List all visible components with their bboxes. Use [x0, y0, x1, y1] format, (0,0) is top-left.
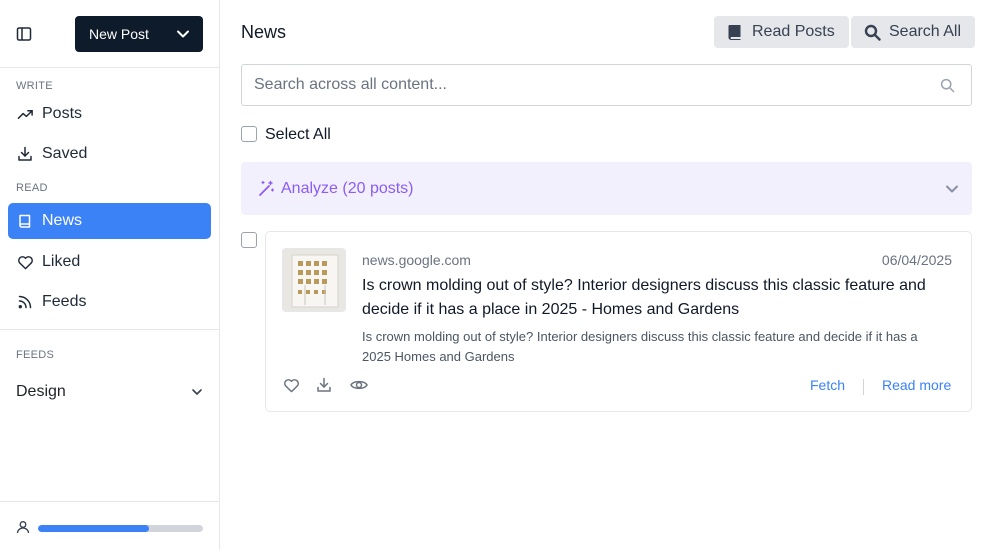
chevron-down-icon[interactable]	[944, 181, 960, 197]
download-icon[interactable]	[315, 376, 333, 394]
sidebar-item-news[interactable]: News	[8, 203, 211, 239]
search-input[interactable]	[242, 65, 922, 105]
post-card: news.google.com 06/04/2025 Is crown mold…	[265, 231, 972, 412]
post-thumbnail[interactable]	[282, 248, 346, 312]
sidebar-item-feeds[interactable]: Feeds	[8, 284, 211, 320]
sidebar-toggle-icon[interactable]	[14, 24, 34, 44]
new-post-button[interactable]: New Post	[75, 16, 203, 52]
read-more-link[interactable]: Read more	[882, 377, 951, 393]
sidebar-item-label: Liked	[42, 253, 81, 270]
section-label-read: READ	[16, 182, 48, 194]
select-all-checkbox[interactable]	[241, 126, 257, 142]
heart-icon	[16, 253, 34, 271]
read-posts-button[interactable]: Read Posts	[714, 16, 849, 48]
post-source: news.google.com	[362, 252, 471, 268]
page-title: News	[241, 22, 287, 42]
analyze-label: Analyze (20 posts)	[281, 179, 414, 197]
sidebar: New Post WRITE Posts Saved READ News Lik…	[0, 0, 220, 550]
new-post-label: New Post	[89, 26, 149, 42]
fetch-link[interactable]: Fetch	[810, 377, 845, 393]
book-icon	[16, 212, 34, 230]
section-label-write: WRITE	[16, 80, 53, 92]
post-date: 06/04/2025	[881, 252, 952, 268]
post-summary: Is crown molding out of style? Interior …	[362, 329, 918, 364]
section-label-feeds: FEEDS	[16, 349, 55, 361]
trending-up-icon	[16, 105, 34, 123]
usage-progress-bar	[38, 525, 203, 532]
search-icon	[863, 23, 881, 41]
sidebar-item-label: News	[42, 212, 83, 229]
chevron-down-icon[interactable]	[190, 385, 204, 399]
sidebar-item-saved[interactable]: Saved	[8, 136, 211, 172]
sidebar-item-liked[interactable]: Liked	[8, 244, 211, 280]
post-checkbox[interactable]	[241, 232, 257, 248]
heart-icon[interactable]	[282, 376, 300, 394]
sidebar-item-label: Posts	[42, 105, 83, 122]
sidebar-item-label: Saved	[42, 145, 88, 162]
eye-icon[interactable]	[350, 376, 368, 394]
feed-group-label: Design	[16, 383, 66, 400]
main-content: News Read Posts Search All Select All	[220, 0, 1000, 550]
read-posts-label: Read Posts	[752, 23, 835, 40]
search-bar	[241, 64, 972, 106]
user-icon[interactable]	[16, 520, 30, 534]
analyze-panel[interactable]: Analyze (20 posts)	[241, 162, 972, 215]
select-all-label: Select All	[265, 126, 331, 143]
sidebar-footer	[0, 501, 219, 550]
rss-icon	[16, 293, 34, 311]
search-all-label: Search All	[889, 23, 962, 40]
download-icon	[16, 145, 34, 163]
book-icon	[726, 23, 744, 41]
post-title[interactable]: Is crown molding out of style? Interior …	[362, 274, 952, 322]
action-divider	[863, 379, 864, 395]
sidebar-item-posts[interactable]: Posts	[8, 96, 211, 132]
usage-progress-fill	[38, 525, 149, 532]
search-icon[interactable]	[940, 78, 955, 93]
sidebar-item-label: Feeds	[42, 293, 87, 310]
chevron-down-icon[interactable]	[175, 26, 191, 42]
sidebar-divider	[0, 329, 219, 330]
sidebar-header: New Post	[0, 0, 219, 68]
search-all-button[interactable]: Search All	[851, 16, 976, 48]
magic-wand-icon	[257, 180, 275, 198]
feed-group-design[interactable]: Design	[16, 380, 204, 404]
